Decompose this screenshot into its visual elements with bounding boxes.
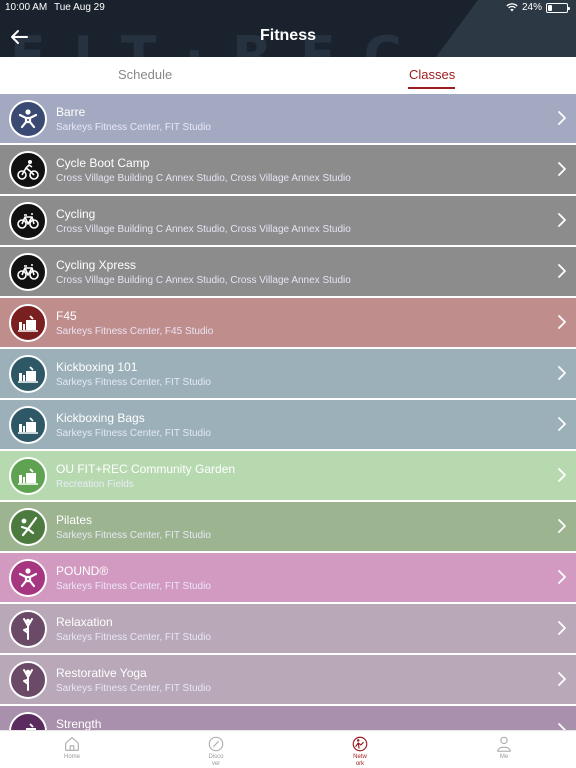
person-jumping-icon [9,100,47,138]
chevron-right-icon [558,417,566,431]
person-icon [497,736,511,752]
yoga-pose-icon [9,610,47,648]
list-item[interactable]: OU FIT+REC Community Garden Recreation Fi… [0,451,576,500]
tab-bar-label-cont: ork [355,761,365,767]
class-location: Sarkeys Fitness Center, FIT Studio [56,683,211,694]
class-name: Cycle Boot Camp [56,156,150,170]
tab-bar-item-home[interactable]: Home [42,735,102,761]
battery-percent: 24% [521,2,542,13]
chevron-right-icon [558,213,566,227]
class-name: Kickboxing Bags [56,411,145,425]
class-location: Sarkeys Fitness Center, FIT Studio [56,530,211,541]
chevron-right-icon [558,570,566,584]
weights-icon [9,355,47,393]
network-icon [352,736,368,752]
tab-bar-label: Home [63,754,80,760]
active-tab-indicator [408,87,455,89]
class-location: Recreation Fields [56,479,134,490]
yoga-pose-icon [9,661,47,699]
tab-bar-label: Netw [353,754,367,760]
list-item[interactable]: Cycling Xpress Cross Village Building C A… [0,247,576,296]
class-name: Barre [56,105,86,119]
class-name: POUND® [56,564,109,578]
chevron-right-icon [558,315,566,329]
wifi-icon [506,3,518,12]
chevron-right-icon [558,723,566,730]
class-location: Sarkeys Fitness Center, FIT Studio [56,428,211,439]
list-item[interactable]: F45 Sarkeys Fitness Center, F45 Studio [0,298,576,347]
chevron-right-icon [558,366,566,380]
bicycle-icon [9,253,47,291]
chevron-right-icon [558,264,566,278]
tab-bar-label-cont: ver [211,761,221,767]
status-date: Tue Aug 29 [54,2,105,13]
list-item[interactable]: Restorative Yoga Sarkeys Fitness Center, … [0,655,576,704]
list-item[interactable]: Relaxation Sarkeys Fitness Center, FIT St… [0,604,576,653]
list-item[interactable]: Cycling Cross Village Building C Annex St… [0,196,576,245]
class-name: Relaxation [56,615,113,629]
class-name: Cycling Xpress [56,258,137,272]
weights-icon [9,712,47,730]
weights-icon [9,457,47,495]
tab-schedule[interactable]: Schedule [118,67,172,82]
tab-bar-item-person[interactable]: Me [474,735,534,761]
compass-icon [208,736,224,752]
tab-bar-item-compass[interactable]: Disco ver [186,735,246,768]
chevron-right-icon [558,672,566,686]
class-name: Pilates [56,513,93,527]
class-location: Sarkeys Fitness Center, FIT Studio [56,377,211,388]
class-location: Sarkeys Fitness Center, FIT Studio [56,632,211,643]
status-time: 10:00 AM [5,2,48,13]
classes-list[interactable]: Barre Sarkeys Fitness Center, FIT Studio C… [0,94,576,730]
list-item[interactable]: POUND® Sarkeys Fitness Center, FIT Studio [0,553,576,602]
class-name: F45 [56,309,77,323]
chevron-right-icon [558,519,566,533]
class-name: Restorative Yoga [56,666,147,680]
list-item[interactable]: Strength [0,706,576,730]
page-title: Fitness [259,27,316,44]
chevron-right-icon [558,111,566,125]
class-location: Cross Village Building C Annex Studio, C… [56,275,351,286]
status-indicators: 24% [506,2,570,13]
tab-bar-item-network[interactable]: Netw ork [330,735,390,768]
chevron-right-icon [558,621,566,635]
pilates-icon [9,508,47,546]
chevron-right-icon [558,162,566,176]
weights-icon [9,406,47,444]
nav-header: FIT·REC 10:00 AM Tue Aug 29 24% Fitness [0,0,576,57]
list-item[interactable]: Cycle Boot Camp Cross Village Building C … [0,145,576,194]
list-item[interactable]: Kickboxing 101 Sarkeys Fitness Center, FI… [0,349,576,398]
list-item[interactable]: Barre Sarkeys Fitness Center, FIT Studio [0,94,576,143]
tab-classes[interactable]: Classes [409,67,455,82]
class-location: Cross Village Building C Annex Studio, C… [56,224,351,235]
weights-icon [9,304,47,342]
class-location: Cross Village Building C Annex Studio, C… [56,173,351,184]
class-name: Cycling [56,207,96,221]
list-item[interactable]: Kickboxing Bags Sarkeys Fitness Center, F… [0,400,576,449]
class-name: OU FIT+REC Community Garden [56,462,236,476]
chevron-right-icon [558,468,566,482]
class-name: Strength [56,717,102,730]
class-location: Sarkeys Fitness Center, FIT Studio [56,581,211,592]
battery-icon [546,2,570,13]
list-item[interactable]: Pilates Sarkeys Fitness Center, FIT Studi… [0,502,576,551]
bicycle-rider-icon [9,151,47,189]
class-name: Kickboxing 101 [56,360,138,374]
tab-bar-label: Me [499,754,509,760]
person-jumping-icon [9,559,47,597]
bottom-tab-bar: Home Disco ver Netw ork Me [0,730,576,768]
class-location: Sarkeys Fitness Center, F45 Studio [56,326,214,337]
class-location: Sarkeys Fitness Center, FIT Studio [56,122,211,133]
tab-bar-label: Disco [208,754,224,760]
home-icon [65,737,79,751]
segment-tabs: Schedule Classes [0,57,576,94]
bicycle-icon [9,202,47,240]
